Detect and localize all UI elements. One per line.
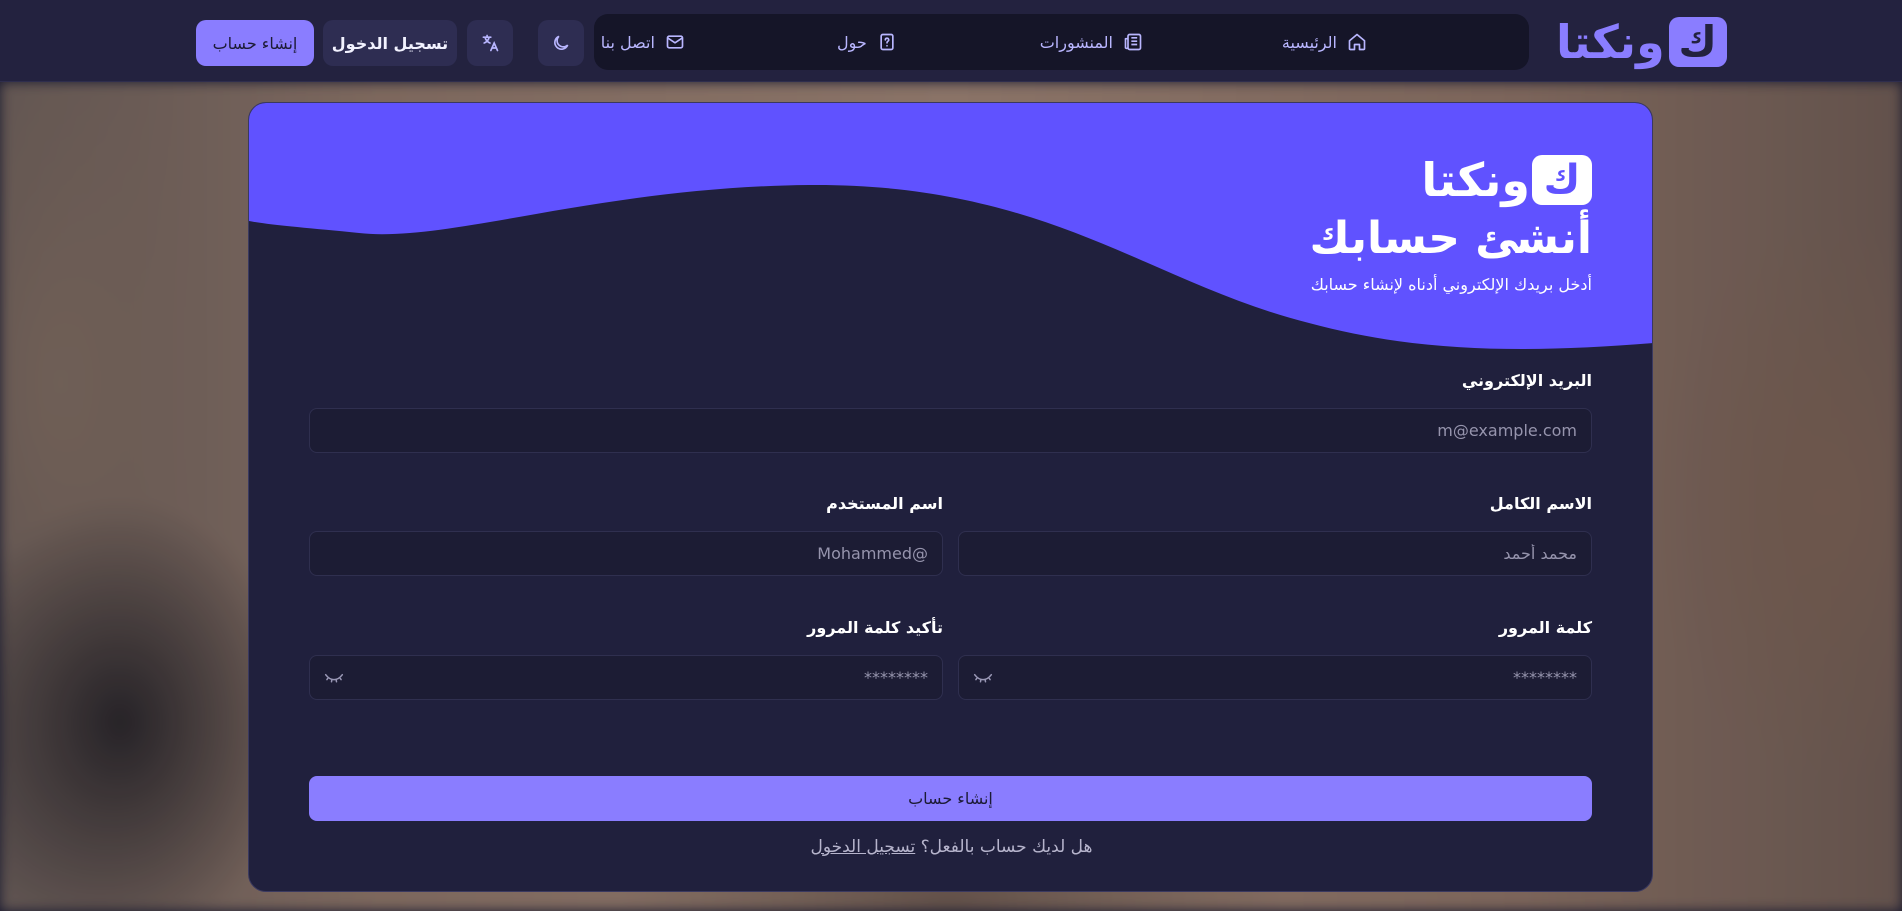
create-account-button[interactable]: إنشاء حساب (309, 776, 1592, 821)
card-logo-mark: ك (1532, 155, 1592, 205)
card-logo-text: ونكتا (1421, 153, 1530, 207)
nav-item-home[interactable]: الرئيسية (1282, 32, 1367, 52)
email-field-wrapper (309, 408, 1592, 453)
confirm-password-field[interactable] (324, 668, 928, 687)
fullname-label: الاسم الكامل (1489, 494, 1592, 513)
login-prompt: هل لديك حساب بالفعل؟ تسجيل الدخول (249, 837, 1652, 857)
help-icon (880, 33, 894, 51)
password-field[interactable] (973, 668, 1577, 687)
eye-closed-icon[interactable] (973, 670, 993, 686)
page-subtitle: أدخل بريدك الإلكتروني أدناه لإنشاء حسابك (1310, 275, 1592, 294)
language-toggle-button[interactable] (467, 20, 513, 66)
page-title: أنشئ حسابك (1309, 213, 1592, 264)
nav-item-contact[interactable]: اتصل بنا (601, 32, 685, 52)
mail-icon (666, 35, 684, 49)
card-logo: ك ونكتا (1421, 155, 1592, 205)
newspaper-icon (1124, 33, 1142, 51)
main-nav: الرئيسية المنشورات حول اتصل بنا (594, 14, 1529, 70)
signup-button[interactable]: إنشاء حساب (196, 20, 314, 66)
username-label: اسم المستخدم (826, 494, 943, 513)
fullname-field[interactable] (973, 544, 1577, 563)
top-navbar: ك ونكتا الرئيسية المنشورات حول اتصل بنا … (0, 0, 1902, 82)
logo-mark: ك (1668, 17, 1727, 67)
moon-icon (554, 35, 569, 50)
home-icon (1348, 33, 1366, 51)
nav-label-about: حول (836, 32, 867, 52)
nav-label-posts: المنشورات (1039, 32, 1113, 52)
theme-toggle-button[interactable] (538, 20, 584, 66)
email-label: البريد الإلكتروني (1461, 371, 1592, 390)
email-field[interactable] (324, 421, 1577, 440)
nav-label-contact: اتصل بنا (600, 32, 655, 52)
nav-item-about[interactable]: حول (837, 32, 897, 52)
signup-card: ك ونكتا أنشئ حسابك أدخل بريدك الإلكتروني… (248, 102, 1653, 892)
nav-item-posts[interactable]: المنشورات (1040, 32, 1143, 52)
confirm-password-field-wrapper (309, 655, 943, 700)
confirm-password-label: تأكيد كلمة المرور (807, 618, 943, 637)
eye-closed-icon[interactable] (324, 670, 344, 686)
login-link[interactable]: تسجيل الدخول (810, 837, 915, 857)
login-prompt-text: هل لديك حساب بالفعل؟ (920, 837, 1093, 857)
login-button[interactable]: تسجيل الدخول (323, 20, 457, 66)
nav-label-home: الرئيسية (1281, 32, 1337, 52)
username-field[interactable] (324, 544, 928, 563)
site-logo[interactable]: ك ونكتا (1556, 16, 1727, 68)
password-field-wrapper (958, 655, 1592, 700)
password-label: كلمة المرور (1498, 618, 1592, 637)
fullname-field-wrapper (958, 531, 1592, 576)
username-field-wrapper (309, 531, 943, 576)
translate-icon (482, 34, 499, 52)
logo-text: ونكتا (1556, 15, 1665, 69)
